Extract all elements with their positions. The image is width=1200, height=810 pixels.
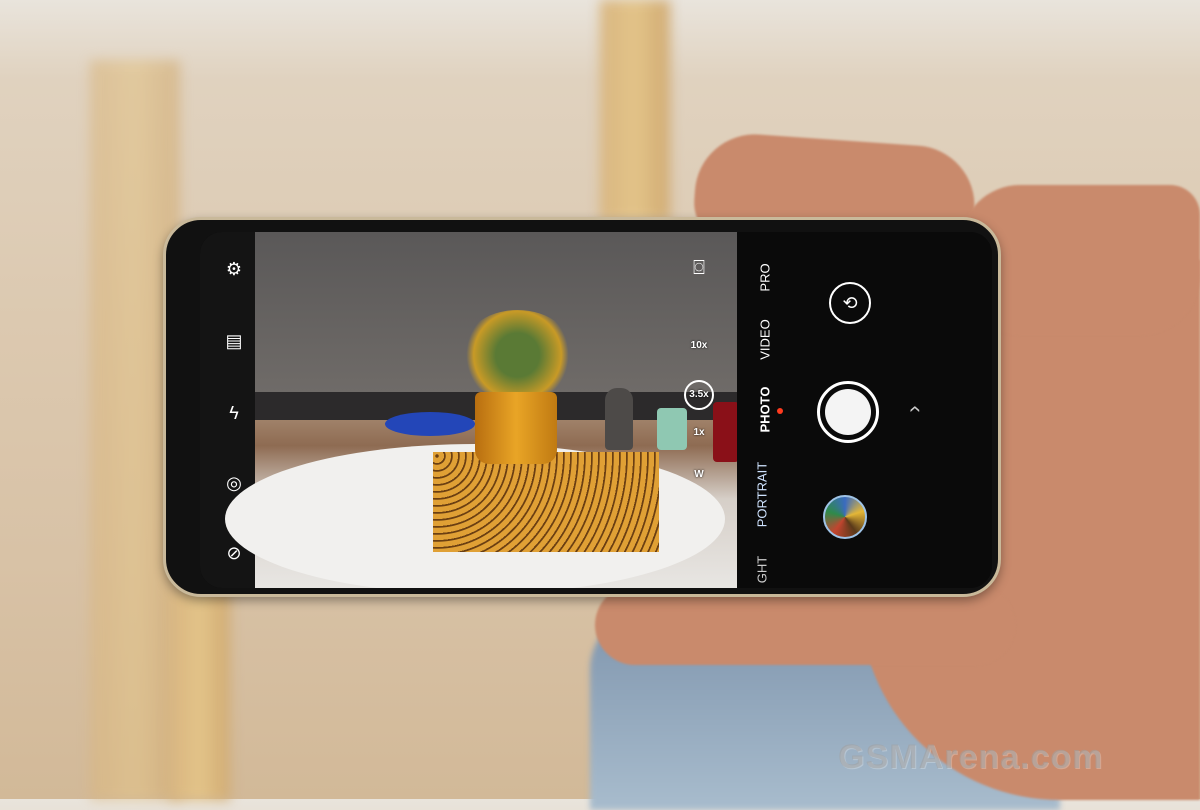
mode-photo[interactable]: PHOTO [758,370,773,450]
flash-off-icon[interactable]: ϟ [222,404,246,422]
mode-portrait[interactable]: PORTRAIT [755,455,770,535]
mode-video[interactable]: VIDEO [758,300,773,380]
film-icon[interactable]: ▤ [222,332,246,350]
background-post [170,590,230,800]
phone-screen: ⚙ ▤ ϟ ◎ ⊘ ⌼ 10x 3.5x 1x W PRO VIDEO PHOT… [200,232,992,588]
red-cup [713,402,739,462]
filter-off-icon[interactable]: ◎ [222,474,246,492]
chevron-up-icon[interactable]: ‹ [904,397,929,421]
camera-flip-icon: ⟲ [842,293,858,313]
green-cup [657,408,687,450]
active-mode-indicator [777,408,783,414]
background-post [600,0,670,220]
bust [605,388,633,450]
mode-night[interactable]: GHT [755,530,770,589]
yellow-pot [475,392,557,464]
watermark: GSMArena.com [838,738,1104,776]
perforated-box [433,452,659,552]
viewfinder[interactable]: ⌼ 10x 3.5x 1x W [225,232,739,588]
zoom-1x[interactable]: 1x [684,427,714,438]
zoom-10x[interactable]: 10x [684,340,714,351]
flowers [460,310,575,400]
focus-icon[interactable]: ⌼ [687,258,711,278]
zoom-wide[interactable]: W [684,469,714,480]
gear-icon[interactable]: ⚙ [222,260,246,278]
gallery-thumbnail[interactable] [823,495,867,539]
zoom-3.5x[interactable]: 3.5x [684,380,714,410]
blue-tray [385,412,475,436]
finger-bottom [595,585,1015,665]
shutter-button[interactable] [817,381,879,443]
switch-camera-button[interactable]: ⟲ [829,282,871,324]
